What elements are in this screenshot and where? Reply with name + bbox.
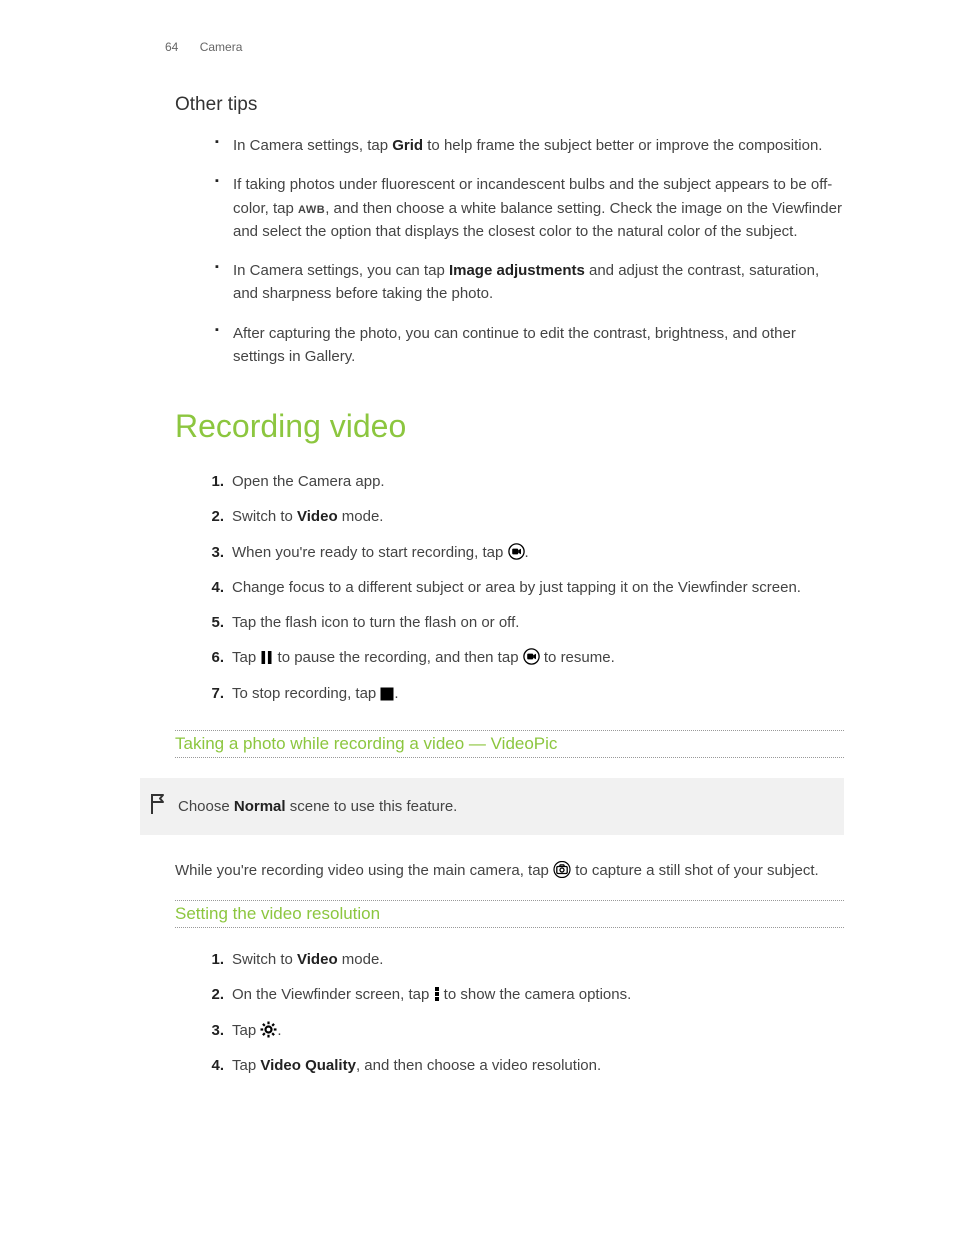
record-icon xyxy=(508,543,525,560)
page-number: 64 xyxy=(165,40,178,54)
stop-icon xyxy=(380,687,394,701)
resolution-heading: Setting the video resolution xyxy=(175,904,380,923)
recording-steps: Open the Camera app. Switch to Video mod… xyxy=(200,470,844,705)
list-item: If taking photos under fluorescent or in… xyxy=(215,173,844,243)
document-page: 64 Camera Other tips In Camera settings,… xyxy=(0,0,954,1162)
list-item: Tap to pause the recording, and then tap… xyxy=(200,646,844,669)
videopic-heading-wrap: Taking a photo while recording a video —… xyxy=(175,730,844,758)
other-tips-heading: Other tips xyxy=(175,94,844,116)
list-item: To stop recording, tap . xyxy=(200,682,844,705)
camera-shot-icon xyxy=(553,861,571,878)
record-icon xyxy=(523,648,540,665)
list-item: On the Viewfinder screen, tap to show th… xyxy=(200,983,844,1006)
resolution-heading-wrap: Setting the video resolution xyxy=(175,900,844,928)
resolution-steps: Switch to Video mode. On the Viewfinder … xyxy=(200,948,844,1077)
list-item: Switch to Video mode. xyxy=(200,948,844,971)
list-item: In Camera settings, tap Grid to help fra… xyxy=(215,134,844,157)
section-name: Camera xyxy=(200,40,243,54)
note-box: Choose Normal scene to use this feature. xyxy=(140,778,844,835)
videopic-heading: Taking a photo while recording a video —… xyxy=(175,734,557,753)
list-item: When you're ready to start recording, ta… xyxy=(200,541,844,564)
videopic-body: While you're recording video using the m… xyxy=(175,859,844,882)
gear-icon xyxy=(260,1021,277,1038)
recording-video-heading: Recording video xyxy=(175,408,844,445)
note-text: Choose Normal scene to use this feature. xyxy=(178,798,457,815)
list-item: After capturing the photo, you can conti… xyxy=(215,322,844,369)
awb-icon: AWB xyxy=(298,204,325,216)
list-item: Open the Camera app. xyxy=(200,470,844,493)
list-item: Tap Video Quality, and then choose a vid… xyxy=(200,1054,844,1077)
list-item: In Camera settings, you can tap Image ad… xyxy=(215,259,844,306)
page-header: 64 Camera xyxy=(165,40,844,54)
list-item: Tap . xyxy=(200,1019,844,1042)
flag-icon xyxy=(148,792,174,821)
pause-icon xyxy=(260,650,273,665)
list-item: Switch to Video mode. xyxy=(200,505,844,528)
list-item: Change focus to a different subject or a… xyxy=(200,576,844,599)
other-tips-list: In Camera settings, tap Grid to help fra… xyxy=(215,134,844,368)
list-item: Tap the flash icon to turn the flash on … xyxy=(200,611,844,634)
